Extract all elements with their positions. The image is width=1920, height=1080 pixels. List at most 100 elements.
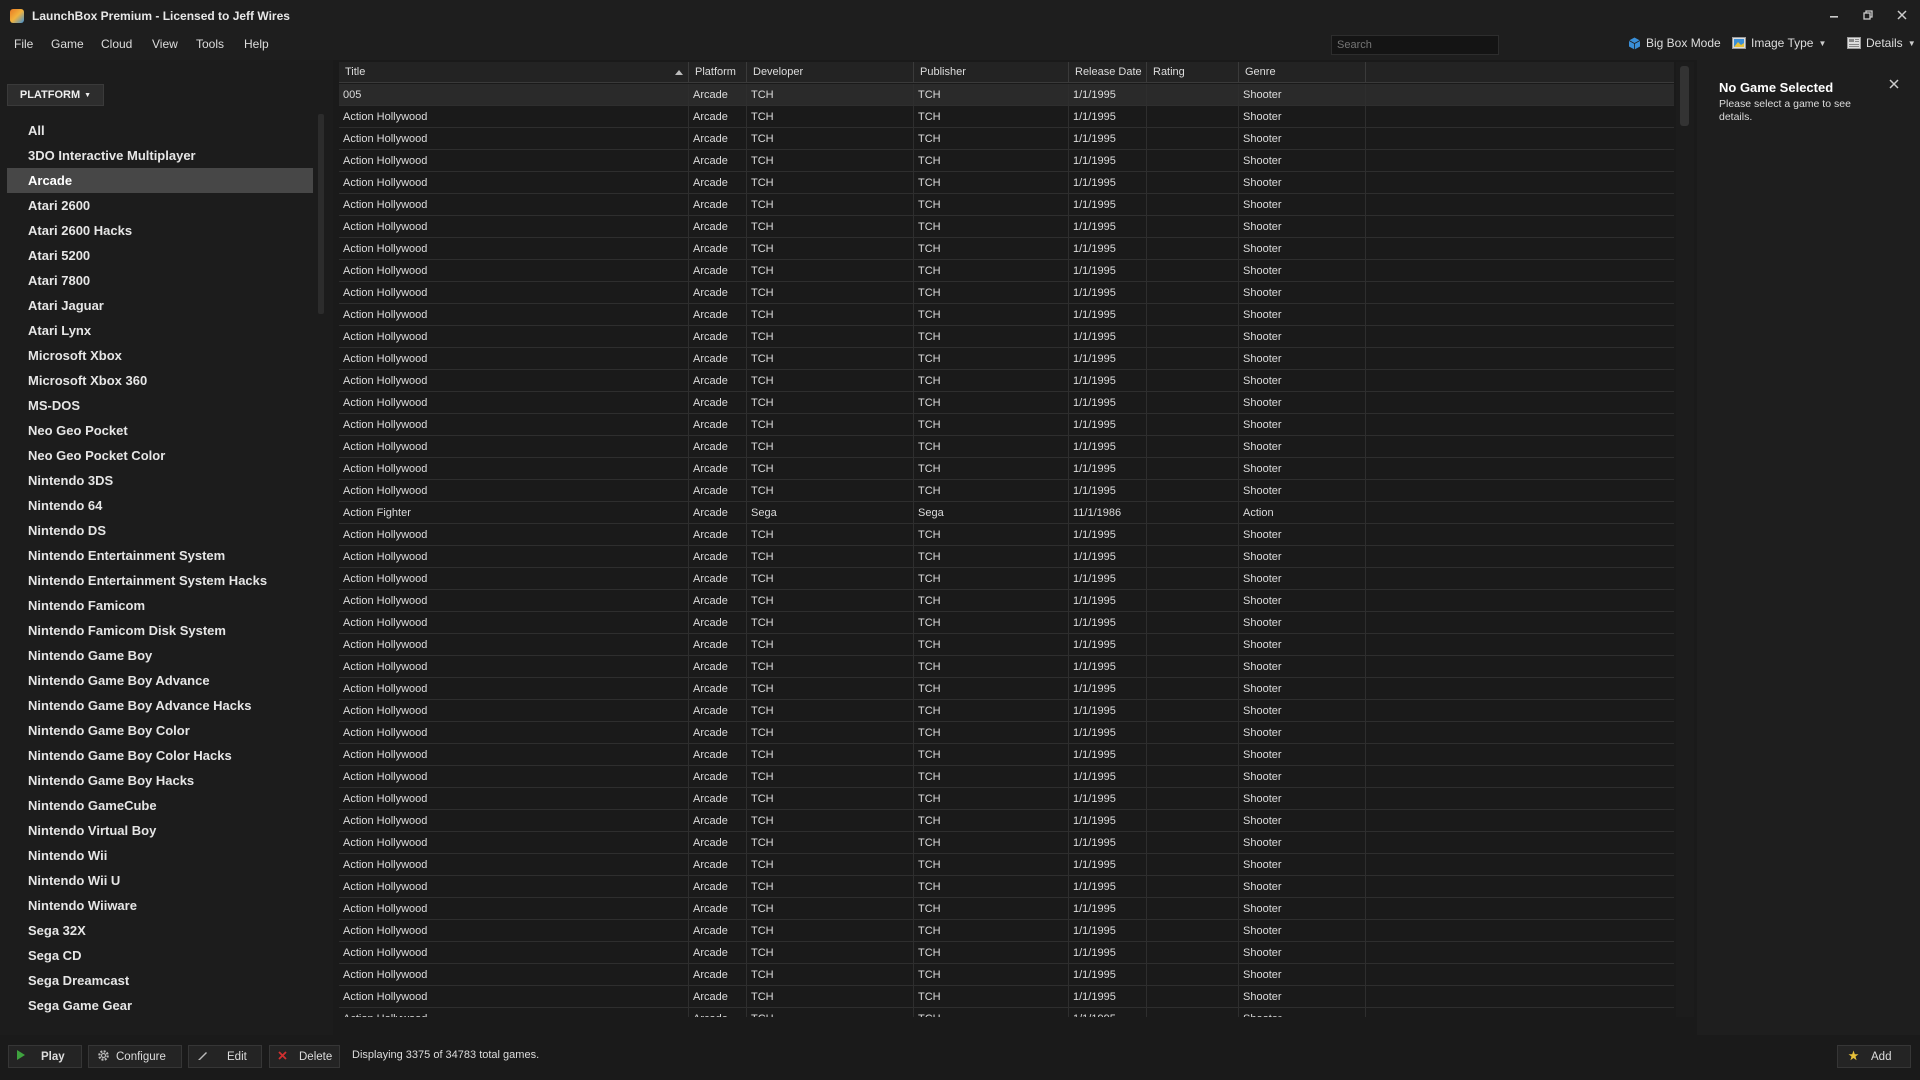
details-dropdown[interactable]: Details ▼ — [1847, 36, 1916, 50]
sidebar-item-platform[interactable]: Nintendo Virtual Boy — [7, 818, 313, 843]
sidebar-item-platform[interactable]: Nintendo Game Boy — [7, 643, 313, 668]
table-row[interactable]: Action HollywoodArcadeTCHTCH1/1/1995Shoo… — [339, 392, 1674, 414]
sidebar-scrollbar[interactable] — [318, 114, 324, 314]
table-row[interactable]: Action HollywoodArcadeTCHTCH1/1/1995Shoo… — [339, 788, 1674, 810]
table-row[interactable]: Action HollywoodArcadeTCHTCH1/1/1995Shoo… — [339, 1008, 1674, 1017]
table-row[interactable]: Action HollywoodArcadeTCHTCH1/1/1995Shoo… — [339, 920, 1674, 942]
sidebar-item-platform[interactable]: Nintendo Entertainment System Hacks — [7, 568, 313, 593]
table-row[interactable]: Action HollywoodArcadeTCHTCH1/1/1995Shoo… — [339, 304, 1674, 326]
table-row[interactable]: Action HollywoodArcadeTCHTCH1/1/1995Shoo… — [339, 942, 1674, 964]
menu-cloud[interactable]: Cloud — [101, 37, 132, 51]
table-row[interactable]: Action HollywoodArcadeTCHTCH1/1/1995Shoo… — [339, 216, 1674, 238]
table-row[interactable]: Action HollywoodArcadeTCHTCH1/1/1995Shoo… — [339, 854, 1674, 876]
table-row[interactable]: Action HollywoodArcadeTCHTCH1/1/1995Shoo… — [339, 700, 1674, 722]
sidebar-item-platform[interactable]: Neo Geo Pocket Color — [7, 443, 313, 468]
sidebar-item-platform[interactable]: Nintendo 3DS — [7, 468, 313, 493]
sidebar-item-platform[interactable]: Sega Dreamcast — [7, 968, 313, 993]
table-row[interactable]: Action HollywoodArcadeTCHTCH1/1/1995Shoo… — [339, 282, 1674, 304]
big-box-mode-button[interactable]: Big Box Mode — [1628, 36, 1721, 50]
sidebar-item-platform[interactable]: Sega 32X — [7, 918, 313, 943]
menu-file[interactable]: File — [14, 37, 33, 51]
table-row[interactable]: Action HollywoodArcadeTCHTCH1/1/1995Shoo… — [339, 722, 1674, 744]
column-header-rating[interactable]: Rating — [1147, 62, 1239, 83]
table-row[interactable]: Action HollywoodArcadeTCHTCH1/1/1995Shoo… — [339, 414, 1674, 436]
table-row[interactable]: Action HollywoodArcadeTCHTCH1/1/1995Shoo… — [339, 150, 1674, 172]
column-header-release-date[interactable]: Release Date — [1069, 62, 1147, 83]
table-row[interactable]: Action HollywoodArcadeTCHTCH1/1/1995Shoo… — [339, 348, 1674, 370]
close-icon[interactable] — [1888, 4, 1916, 26]
sidebar-item-platform[interactable]: Microsoft Xbox — [7, 343, 313, 368]
sidebar-item-platform[interactable]: Nintendo 64 — [7, 493, 313, 518]
menu-view[interactable]: View — [152, 37, 178, 51]
platform-filter-dropdown[interactable]: PLATFORM ▼ — [7, 84, 104, 106]
sidebar-item-platform[interactable]: Atari 2600 Hacks — [7, 218, 313, 243]
sidebar-item-platform[interactable]: 3DO Interactive Multiplayer — [7, 143, 313, 168]
sidebar-item-platform[interactable]: Nintendo Famicom — [7, 593, 313, 618]
sidebar-item-platform[interactable]: Microsoft Xbox 360 — [7, 368, 313, 393]
sidebar-item-platform[interactable]: Atari 7800 — [7, 268, 313, 293]
edit-button[interactable]: Edit — [188, 1045, 262, 1068]
sidebar-item-platform[interactable]: Nintendo Wiiware — [7, 893, 313, 918]
column-header-publisher[interactable]: Publisher — [914, 62, 1069, 83]
table-row[interactable]: Action HollywoodArcadeTCHTCH1/1/1995Shoo… — [339, 744, 1674, 766]
table-row[interactable]: Action HollywoodArcadeTCHTCH1/1/1995Shoo… — [339, 546, 1674, 568]
table-row[interactable]: 005 Arcade TCH TCH 1/1/1995 Shooter — [339, 84, 1674, 106]
table-row[interactable]: Action HollywoodArcadeTCHTCH1/1/1995Shoo… — [339, 326, 1674, 348]
table-row[interactable]: Action HollywoodArcadeTCHTCH1/1/1995Shoo… — [339, 172, 1674, 194]
sidebar-item-platform[interactable]: All — [7, 118, 313, 143]
table-row[interactable]: Action HollywoodArcadeTCHTCH1/1/1995Shoo… — [339, 260, 1674, 282]
table-row[interactable]: Action HollywoodArcadeTCHTCH1/1/1995Shoo… — [339, 436, 1674, 458]
add-button[interactable]: Add — [1837, 1045, 1911, 1068]
table-row[interactable]: Action HollywoodArcadeTCHTCH1/1/1995Shoo… — [339, 370, 1674, 392]
sidebar-item-platform[interactable]: Nintendo DS — [7, 518, 313, 543]
menu-tools[interactable]: Tools — [196, 37, 224, 51]
sidebar-item-platform[interactable]: Nintendo Game Boy Advance Hacks — [7, 693, 313, 718]
vertical-scrollbar-thumb[interactable] — [1680, 66, 1689, 126]
table-row[interactable]: Action HollywoodArcadeTCHTCH1/1/1995Shoo… — [339, 986, 1674, 1008]
table-row[interactable]: Action HollywoodArcadeTCHTCH1/1/1995Shoo… — [339, 128, 1674, 150]
table-row[interactable]: Action HollywoodArcadeTCHTCH1/1/1995Shoo… — [339, 898, 1674, 920]
table-row[interactable]: Action HollywoodArcadeTCHTCH1/1/1995Shoo… — [339, 634, 1674, 656]
sidebar-item-platform[interactable]: Neo Geo Pocket — [7, 418, 313, 443]
table-row[interactable]: Action HollywoodArcadeTCHTCH1/1/1995Shoo… — [339, 458, 1674, 480]
table-row[interactable]: Action HollywoodArcadeTCHTCH1/1/1995Shoo… — [339, 480, 1674, 502]
sidebar-item-platform[interactable]: Nintendo Game Boy Advance — [7, 668, 313, 693]
sidebar-item-platform[interactable]: MS-DOS — [7, 393, 313, 418]
image-type-dropdown[interactable]: Image Type ▼ — [1732, 36, 1826, 50]
menu-game[interactable]: Game — [51, 37, 84, 51]
table-row[interactable]: Action HollywoodArcadeTCHTCH1/1/1995Shoo… — [339, 590, 1674, 612]
column-header-genre[interactable]: Genre — [1239, 62, 1366, 83]
sidebar-item-platform[interactable]: Arcade — [7, 168, 313, 193]
table-row[interactable]: Action HollywoodArcadeTCHTCH1/1/1995Shoo… — [339, 612, 1674, 634]
table-row[interactable]: Action HollywoodArcadeTCHTCH1/1/1995Shoo… — [339, 964, 1674, 986]
table-row[interactable]: Action HollywoodArcadeTCHTCH1/1/1995Shoo… — [339, 106, 1674, 128]
sidebar-item-platform[interactable]: Nintendo Entertainment System — [7, 543, 313, 568]
close-icon[interactable] — [1889, 76, 1899, 92]
table-row[interactable]: Action HollywoodArcadeTCHTCH1/1/1995Shoo… — [339, 810, 1674, 832]
delete-button[interactable]: Delete — [269, 1045, 340, 1068]
sidebar-item-platform[interactable]: Atari 2600 — [7, 193, 313, 218]
column-header-platform[interactable]: Platform — [689, 62, 747, 83]
sidebar-item-platform[interactable]: Nintendo Game Boy Color — [7, 718, 313, 743]
column-header-title[interactable]: Title — [339, 62, 689, 83]
sidebar-item-platform[interactable]: Sega Game Gear — [7, 993, 313, 1018]
sidebar-item-platform[interactable]: Atari Jaguar — [7, 293, 313, 318]
sidebar-item-platform[interactable]: Nintendo Famicom Disk System — [7, 618, 313, 643]
sidebar-item-platform[interactable]: Sega CD — [7, 943, 313, 968]
sidebar-item-platform[interactable]: Nintendo Wii — [7, 843, 313, 868]
sidebar-item-platform[interactable]: Nintendo GameCube — [7, 793, 313, 818]
table-row[interactable]: Action HollywoodArcadeTCHTCH1/1/1995Shoo… — [339, 832, 1674, 854]
table-row[interactable]: Action HollywoodArcadeTCHTCH1/1/1995Shoo… — [339, 678, 1674, 700]
sidebar-item-platform[interactable]: Nintendo Wii U — [7, 868, 313, 893]
menu-help[interactable]: Help — [244, 37, 269, 51]
vertical-scrollbar-track[interactable] — [1676, 62, 1694, 1017]
table-row[interactable]: Action HollywoodArcadeTCHTCH1/1/1995Shoo… — [339, 766, 1674, 788]
minimize-icon[interactable] — [1820, 4, 1848, 26]
table-row[interactable]: Action HollywoodArcadeTCHTCH1/1/1995Shoo… — [339, 194, 1674, 216]
table-row[interactable]: Action HollywoodArcadeTCHTCH1/1/1995Shoo… — [339, 876, 1674, 898]
table-row[interactable]: Action HollywoodArcadeTCHTCH1/1/1995Shoo… — [339, 238, 1674, 260]
column-header-developer[interactable]: Developer — [747, 62, 914, 83]
table-row[interactable]: Action HollywoodArcadeTCHTCH1/1/1995Shoo… — [339, 656, 1674, 678]
play-button[interactable]: Play — [8, 1045, 82, 1068]
search-input[interactable] — [1331, 35, 1499, 55]
